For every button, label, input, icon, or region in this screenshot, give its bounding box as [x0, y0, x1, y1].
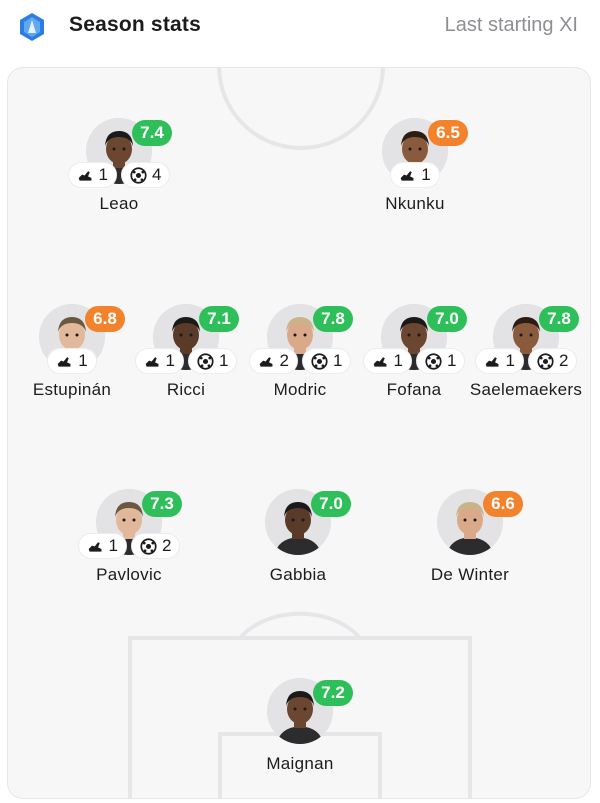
goals-chip: 2: [131, 533, 181, 559]
serie-a-logo-icon: [18, 12, 46, 42]
boot-icon: [56, 353, 73, 370]
assists-chip: 1: [362, 348, 412, 374]
player-name: De Winter: [430, 565, 510, 584]
player-name: Leao: [99, 194, 139, 213]
goals-count: 2: [162, 536, 172, 555]
ball-icon: [537, 352, 554, 370]
player-name: Maignan: [266, 754, 334, 773]
ball-icon: [425, 352, 442, 370]
player-card[interactable]: 7.4 1 4 Leao: [49, 118, 189, 228]
ball-icon: [130, 166, 147, 184]
boot-icon: [87, 538, 104, 555]
assists-count: 2: [279, 351, 289, 370]
assists-chip: 2: [248, 348, 298, 374]
stat-chips: 12: [59, 533, 199, 559]
assists-chip: 1: [390, 162, 440, 188]
assists-chip: 1: [134, 348, 184, 374]
stat-chips: 1: [345, 162, 485, 188]
pitch: 7.4 1 4 Leao 6.5 1 Nkunku 6.8 1 Estupinán 7.1 1 1 Ric…: [7, 67, 591, 799]
rating-badge: 7.0: [311, 491, 351, 517]
assists-count: 1: [505, 351, 515, 370]
goals-chip: 4: [121, 162, 171, 188]
assists-chip: 1: [47, 348, 97, 374]
ball-icon: [197, 352, 214, 370]
goals-count: 4: [152, 165, 162, 184]
page-title: Season stats: [69, 13, 201, 36]
rating-badge: 7.4: [132, 120, 172, 146]
player-name: Saelemaekers: [469, 380, 583, 399]
stat-chips: 14: [49, 162, 189, 188]
player-name: Pavlovic: [96, 565, 162, 584]
ball-icon: [311, 352, 328, 370]
boot-icon: [144, 353, 161, 370]
player-card[interactable]: 6.5 1 Nkunku: [345, 118, 485, 228]
player-card[interactable]: 7.2 Maignan: [230, 678, 370, 788]
rating-badge: 7.3: [142, 491, 182, 517]
rating-badge: 6.6: [483, 491, 523, 517]
rating-badge: 7.2: [313, 680, 353, 706]
boot-icon: [372, 353, 389, 370]
player-name: Nkunku: [385, 194, 445, 213]
last-starting-xi-tab[interactable]: Last starting XI: [445, 14, 578, 37]
assists-chip: 1: [67, 162, 117, 188]
rating-badge: 6.5: [428, 120, 468, 146]
goals-chip: 2: [528, 348, 578, 374]
boot-icon: [484, 353, 501, 370]
ball-icon: [140, 537, 157, 555]
player-card[interactable]: 7.8 1 2 Saelemaekers: [456, 304, 590, 414]
goals-count: 1: [333, 351, 343, 370]
assists-chip: 1: [77, 533, 127, 559]
header: Season stats Last starting XI: [0, 0, 600, 56]
assists-count: 1: [78, 351, 88, 370]
assists-chip: 1: [474, 348, 524, 374]
assists-count: 1: [421, 165, 431, 184]
player-card[interactable]: 7.0 Gabbia: [228, 489, 368, 599]
assists-count: 1: [165, 351, 175, 370]
stat-chips: 12: [456, 348, 590, 374]
player-name: Gabbia: [269, 565, 327, 584]
rating-badge: 7.8: [539, 306, 579, 332]
goals-count: 2: [559, 351, 569, 370]
goals-count: 1: [219, 351, 229, 370]
boot-icon: [399, 167, 416, 184]
player-card[interactable]: 7.3 1 2 Pavlovic: [59, 489, 199, 599]
boot-icon: [77, 167, 94, 184]
assists-count: 1: [108, 536, 118, 555]
assists-count: 1: [98, 165, 108, 184]
assists-count: 1: [393, 351, 403, 370]
boot-icon: [258, 353, 275, 370]
player-card[interactable]: 6.6 De Winter: [400, 489, 540, 599]
